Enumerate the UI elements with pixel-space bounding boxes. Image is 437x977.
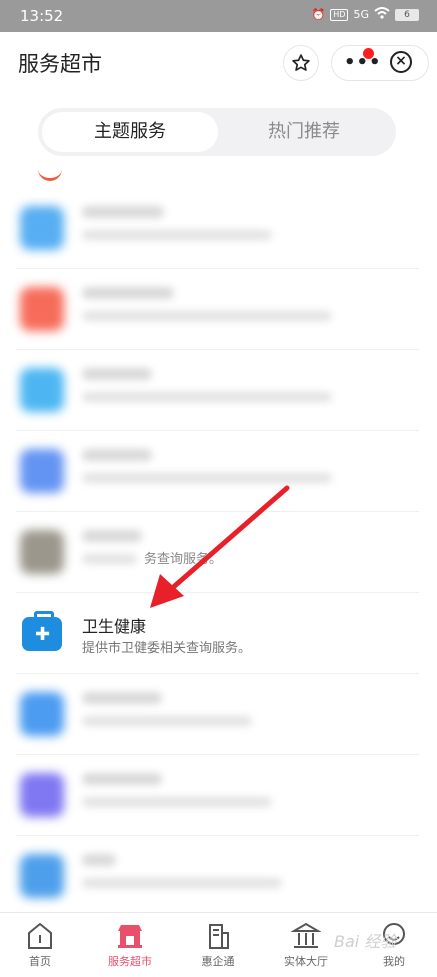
tab-home[interactable]: 首页: [5, 921, 75, 969]
building-icon: [209, 924, 229, 949]
annotation-arrow: [150, 485, 290, 608]
hall-icon: [291, 922, 321, 948]
tab-huiqitong[interactable]: 惠企通: [183, 921, 253, 969]
store-icon: [118, 925, 142, 948]
home-icon: [28, 922, 52, 949]
tab-service-hall[interactable]: 实体大厅: [271, 921, 341, 969]
watermark: Bai 经验: [334, 932, 397, 951]
tab-service-market[interactable]: 服务超市: [95, 921, 165, 969]
